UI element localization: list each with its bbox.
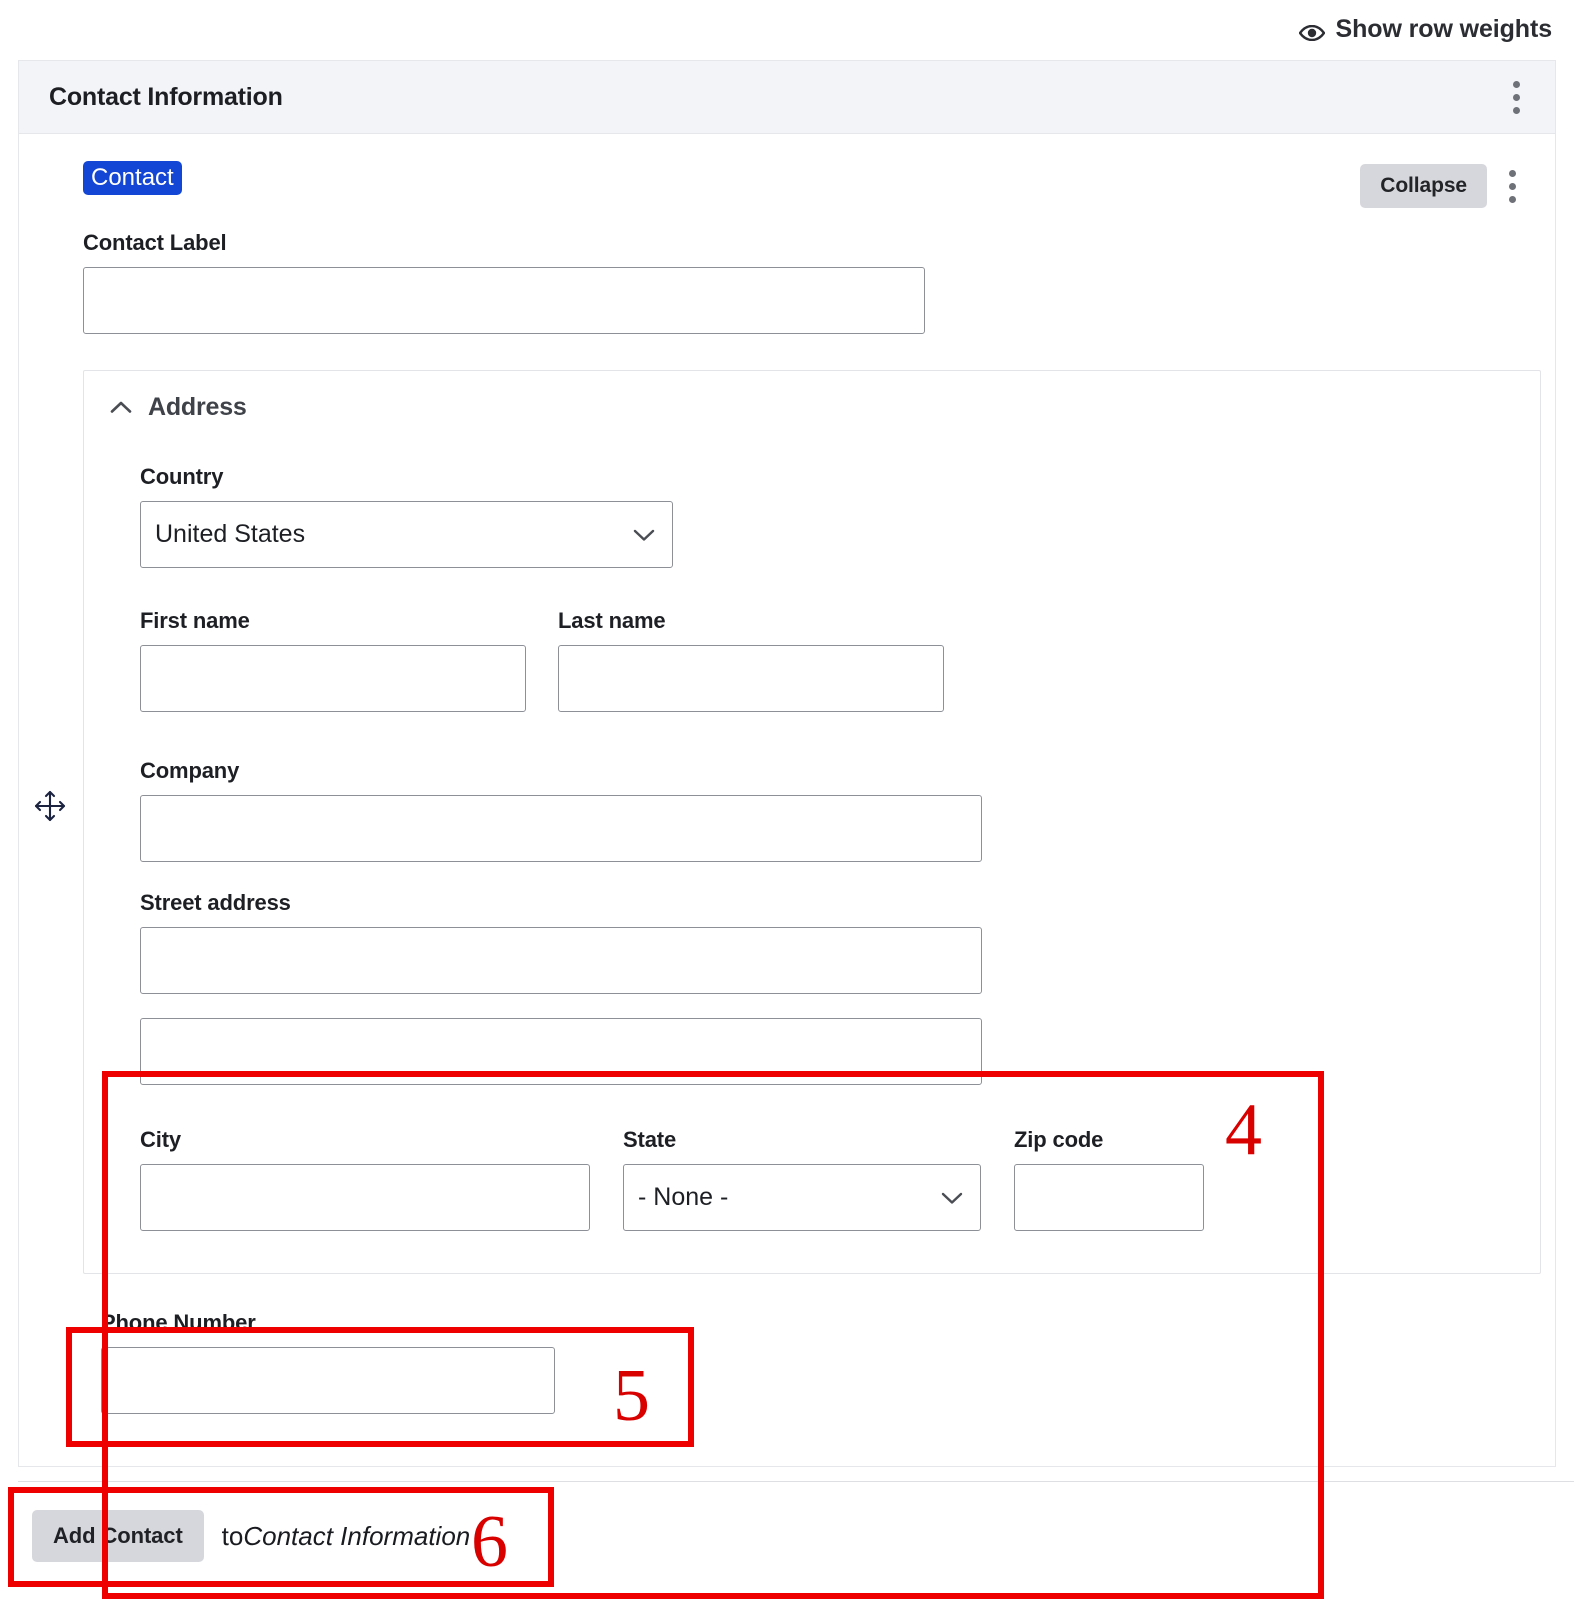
country-label: Country: [140, 464, 224, 489]
street-address-label: Street address: [140, 890, 291, 915]
eye-icon: [1298, 21, 1326, 42]
last-name-input[interactable]: [558, 645, 944, 712]
address-title: Address: [148, 393, 247, 421]
show-row-weights-toggle[interactable]: Show row weights: [1298, 14, 1553, 43]
page-title: Contact Information: [49, 82, 283, 111]
street-address-line1-input[interactable]: [140, 927, 982, 994]
phone-number-input[interactable]: [101, 1347, 555, 1414]
annotation-label-6: 6: [471, 1501, 508, 1583]
address-fieldset: Address Country United States First name…: [83, 370, 1541, 1599]
panel-body: Contact Collapse Contact Label Address C…: [19, 134, 1555, 1599]
contact-label-input[interactable]: [83, 267, 925, 334]
chevron-down-icon: [631, 522, 657, 548]
zip-code-label: Zip code: [1014, 1127, 1104, 1152]
status-badge: Contact: [83, 161, 182, 196]
footer-actions: Add Contact toContact Information: [18, 1492, 470, 1562]
city-state-zip-row: City State - None - Zip code: [140, 1127, 1540, 1231]
street-address-field: Street address: [140, 890, 982, 1085]
panel-header: Contact Information: [19, 61, 1555, 134]
zip-code-field: Zip code: [1014, 1127, 1204, 1231]
add-contact-button[interactable]: Add Contact: [32, 1510, 204, 1562]
state-field: State - None -: [623, 1127, 981, 1231]
first-name-field: First name: [140, 608, 526, 712]
company-field: Company: [140, 758, 982, 862]
footer-to-text: to: [221, 1520, 244, 1551]
zip-code-input[interactable]: [1014, 1164, 1204, 1231]
company-input[interactable]: [140, 795, 982, 862]
city-input[interactable]: [140, 1164, 590, 1231]
last-name-field: Last name: [558, 608, 944, 712]
state-select[interactable]: - None -: [623, 1164, 981, 1231]
chevron-down-icon: [939, 1185, 965, 1211]
row-kebab-menu-icon[interactable]: [1497, 167, 1527, 205]
country-value: United States: [155, 520, 306, 548]
phone-number-field: Phone Number: [101, 1310, 555, 1414]
name-row: First name Last name: [140, 608, 1540, 712]
last-name-label: Last name: [558, 608, 666, 633]
address-fields: Country United States First name Last na…: [84, 422, 1540, 1231]
move-arrows-icon: [34, 790, 66, 822]
street-address-line2-input[interactable]: [140, 1018, 982, 1085]
city-field: City: [140, 1127, 590, 1231]
phone-number-label: Phone Number: [101, 1310, 256, 1335]
row-actions: Collapse: [1360, 164, 1527, 208]
panel-kebab-menu-icon[interactable]: [1501, 78, 1531, 116]
state-value: - None -: [638, 1183, 729, 1211]
contact-information-panel: Contact Information Contact Collapse Con…: [18, 60, 1556, 1599]
address-toggle[interactable]: Address: [84, 371, 1540, 422]
contact-label-field: Contact Label: [19, 208, 925, 334]
country-select[interactable]: United States: [140, 501, 673, 568]
show-row-weights-label: Show row weights: [1335, 14, 1553, 43]
company-label: Company: [140, 758, 240, 783]
collapse-button[interactable]: Collapse: [1360, 164, 1487, 208]
panel-bottom-spacer: [19, 1414, 1555, 1466]
contact-label-label: Contact Label: [83, 230, 227, 255]
country-field: Country United States: [140, 464, 1540, 568]
top-bar: Show row weights: [0, 0, 1574, 58]
add-contact-target-text: toContact Information: [222, 1521, 471, 1552]
city-label: City: [140, 1127, 181, 1152]
row-drag-handle[interactable]: [32, 788, 68, 824]
footer-target-name: Contact Information: [243, 1520, 471, 1551]
state-label: State: [623, 1127, 677, 1152]
chevron-up-icon: [108, 395, 134, 421]
contact-row-toolbar: Contact Collapse: [19, 134, 1555, 208]
first-name-input[interactable]: [140, 645, 526, 712]
first-name-label: First name: [140, 608, 250, 633]
footer-divider: [18, 1481, 1574, 1482]
